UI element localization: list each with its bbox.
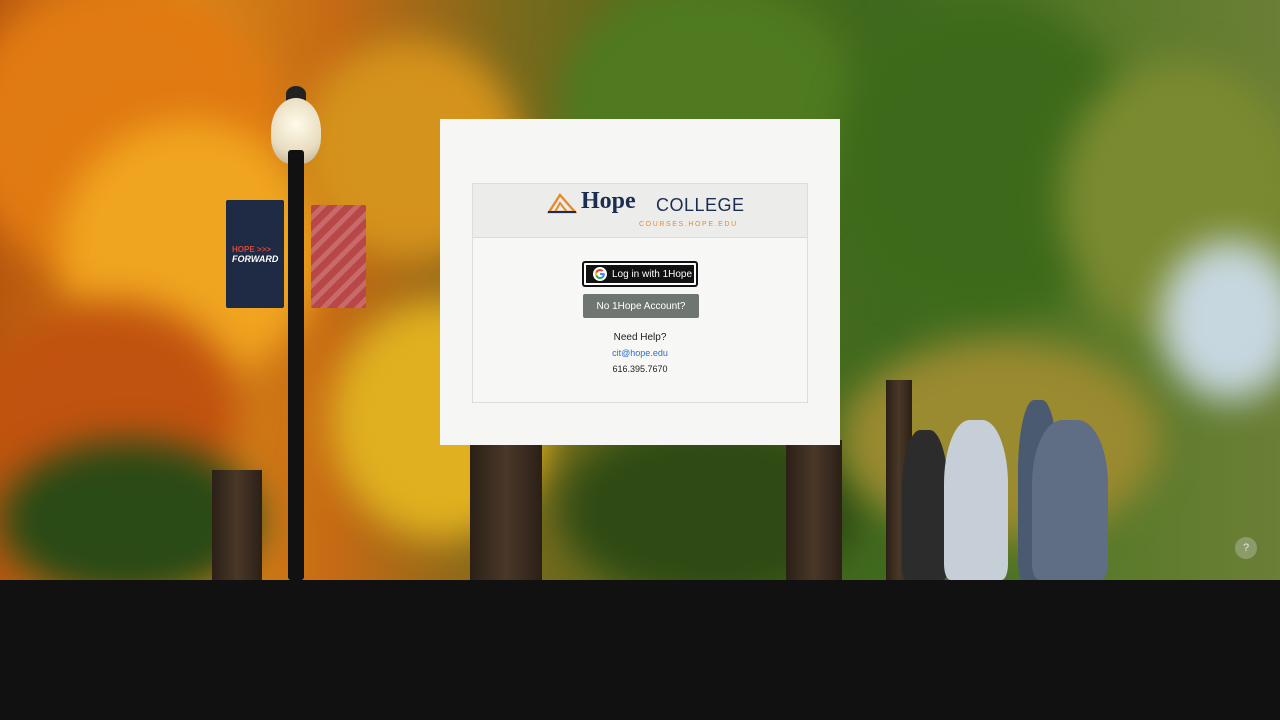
- login-card: Hope COLLEGE COURSES.HOPE.EDU Log in wit…: [440, 119, 840, 445]
- bottom-bar: [0, 580, 1280, 720]
- google-login-button[interactable]: Log in with 1Hope: [582, 261, 698, 287]
- help-question-icon[interactable]: ?: [1235, 537, 1257, 559]
- hope-anchor-logo-icon: [547, 193, 577, 214]
- no-account-label: No 1Hope Account?: [596, 300, 686, 312]
- google-login-label: Log in with 1Hope: [612, 268, 693, 280]
- chevron-banner: [311, 205, 366, 308]
- logo-hope-text: Hope: [581, 188, 636, 214]
- banner-line-2: FORWARD: [232, 254, 279, 264]
- help-phone: 616.395.7670: [612, 364, 668, 374]
- logo-subtitle: COURSES.HOPE.EDU: [639, 221, 738, 228]
- login-panel: Hope COLLEGE COURSES.HOPE.EDU Log in wit…: [472, 183, 808, 403]
- lamp-pole: [288, 150, 304, 580]
- logo-header: Hope COLLEGE COURSES.HOPE.EDU: [473, 184, 807, 238]
- campus-banner: HOPE >>> FORWARD: [226, 200, 284, 308]
- google-g-icon: [593, 267, 607, 281]
- help-title: Need Help?: [613, 332, 667, 343]
- banner-line-1: HOPE >>>: [232, 245, 271, 254]
- no-account-button[interactable]: No 1Hope Account?: [583, 294, 699, 318]
- logo-college-text: COLLEGE: [656, 195, 745, 215]
- help-email-link[interactable]: cit@hope.edu: [473, 348, 807, 358]
